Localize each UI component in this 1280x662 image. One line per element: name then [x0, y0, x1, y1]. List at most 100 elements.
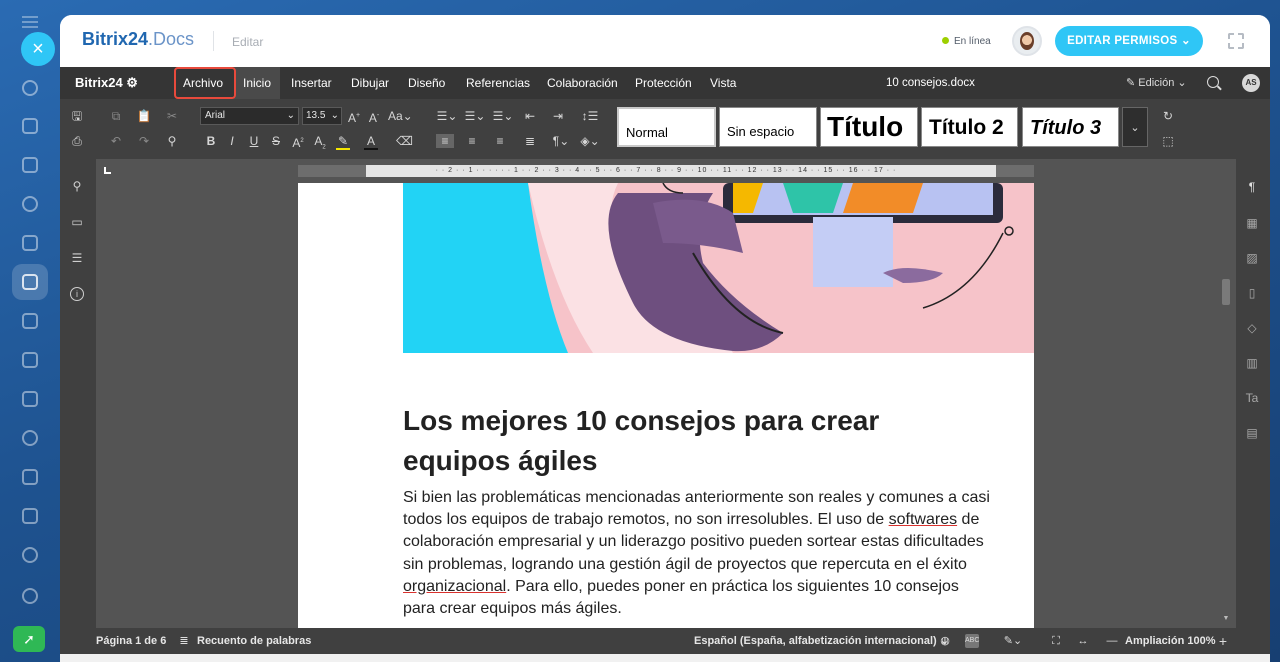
card-icon[interactable] — [22, 352, 38, 368]
font-size-select[interactable]: 13.5 ⌄ — [302, 107, 342, 125]
groups-icon[interactable] — [22, 196, 38, 212]
font-name-select[interactable]: Arial ⌄ — [200, 107, 299, 125]
paragraph-marks-icon[interactable]: ¶⌄ — [550, 134, 572, 148]
style-titulo-3[interactable]: Título 3 — [1022, 107, 1119, 147]
decrease-indent-icon[interactable]: ⇤ — [522, 109, 538, 123]
word-count-icon[interactable]: ≣ — [177, 634, 191, 648]
paragraph-settings-icon[interactable]: ¶ — [1244, 179, 1260, 195]
bold-icon[interactable]: B — [203, 134, 219, 148]
undo-icon[interactable]: ↶ — [108, 134, 124, 148]
search-icon[interactable] — [1207, 76, 1219, 88]
language-select[interactable]: Español (España, alfabetización internac… — [694, 628, 949, 654]
spellcheck-icon[interactable]: ABC — [965, 634, 979, 648]
header-footer-icon[interactable]: ▯ — [1244, 285, 1260, 301]
italic-icon[interactable]: I — [224, 134, 240, 148]
menu-diseno[interactable]: Diseño — [408, 67, 445, 99]
numbered-list-icon[interactable]: ☰⌄ — [464, 109, 486, 123]
clear-format-icon[interactable]: ⌫ — [396, 134, 413, 148]
navigation-icon[interactable]: ☰ — [70, 251, 84, 265]
redo-icon[interactable]: ↷ — [136, 134, 152, 148]
settings-icon[interactable] — [22, 588, 38, 604]
style-normal[interactable]: Normal — [617, 107, 716, 147]
menu-inicio[interactable]: Inicio — [234, 67, 281, 99]
info-icon[interactable]: i — [70, 287, 84, 301]
more-styles-button[interactable]: ⌄ — [1122, 107, 1148, 147]
form-settings-icon[interactable]: ▤ — [1244, 425, 1260, 441]
justify-icon[interactable]: ≣ — [522, 134, 538, 148]
shading-icon[interactable]: ◈⌄ — [578, 134, 602, 148]
mail-icon[interactable] — [22, 391, 38, 407]
superscript-icon[interactable]: A2 — [290, 134, 306, 150]
grow-font-icon[interactable]: A+ — [346, 109, 362, 125]
menu-insertar[interactable]: Insertar — [291, 67, 332, 99]
print-icon[interactable]: ⎙ — [69, 134, 85, 148]
zoom-in-icon[interactable]: + — [1216, 634, 1230, 648]
shape-settings-icon[interactable]: ◇ — [1244, 320, 1260, 336]
user-initials-avatar[interactable]: AS — [1242, 74, 1260, 92]
save-icon[interactable]: 🖫 — [69, 109, 85, 123]
vertical-scrollbar[interactable] — [1220, 159, 1232, 628]
chart-settings-icon[interactable]: ▥ — [1244, 355, 1260, 371]
style-sin-espacio[interactable]: Sin espacio — [719, 107, 817, 147]
globe-icon[interactable]: ◍ — [938, 634, 952, 648]
contacts-icon[interactable] — [22, 430, 38, 446]
fit-page-icon[interactable]: ⛶ — [1049, 634, 1063, 648]
edit-permissions-button[interactable]: EDITAR PERMISOS ⌄ — [1055, 26, 1203, 56]
style-titulo[interactable]: Título — [820, 107, 918, 147]
fit-width-icon[interactable]: ↔ — [1076, 634, 1090, 648]
fullscreen-icon[interactable] — [1228, 33, 1244, 49]
page-counter[interactable]: Página 1 de 6 — [96, 628, 166, 654]
spelling-error[interactable]: softwares — [889, 511, 957, 528]
menu-proteccion[interactable]: Protección — [635, 67, 692, 99]
change-case-icon[interactable]: Aa⌄ — [388, 109, 413, 123]
close-slider-button[interactable]: × — [21, 32, 55, 66]
align-right-icon[interactable]: ≡ — [492, 134, 508, 148]
line-spacing-icon[interactable]: ↕☰ — [578, 109, 602, 123]
search-icon[interactable]: ⚲ — [70, 179, 84, 193]
rocket-icon[interactable]: ➚ — [13, 626, 45, 652]
menu-referencias[interactable]: Referencias — [466, 67, 530, 99]
menu-icon[interactable] — [22, 16, 38, 28]
board-icon[interactable] — [22, 313, 38, 329]
word-count[interactable]: Recuento de palabras — [197, 628, 311, 654]
font-color-icon[interactable]: A — [364, 134, 378, 150]
subscript-icon[interactable]: A2 — [312, 134, 328, 154]
paste-icon[interactable]: 📋 — [136, 109, 152, 123]
calendar-icon[interactable] — [22, 235, 38, 251]
tasks-icon[interactable] — [22, 469, 38, 485]
image-settings-icon[interactable]: ▨ — [1244, 250, 1260, 266]
align-left-icon[interactable]: ≡ — [436, 134, 454, 148]
robot-icon[interactable] — [22, 547, 38, 563]
underline-icon[interactable]: U — [246, 134, 262, 148]
cut-icon[interactable]: ✂ — [164, 109, 180, 123]
style-titulo-2[interactable]: Título 2 — [921, 107, 1018, 147]
align-center-icon[interactable]: ≡ — [464, 134, 480, 148]
scrollbar-thumb[interactable] — [1222, 279, 1230, 305]
shrink-font-icon[interactable]: A- — [366, 109, 382, 125]
track-changes-icon[interactable]: ✎⌄ — [1002, 634, 1024, 648]
format-painter-icon[interactable]: ⚲ — [164, 134, 180, 148]
multilevel-list-icon[interactable]: ☰⌄ — [492, 109, 514, 123]
menu-dibujar[interactable]: Dibujar — [351, 67, 389, 99]
highlight-color-icon[interactable]: ✎ — [336, 134, 350, 150]
tab-stop-icon[interactable] — [104, 167, 111, 174]
user-avatar[interactable] — [1012, 26, 1042, 56]
copy-icon[interactable]: ⧉ — [108, 109, 124, 123]
select-icon[interactable]: ⬚ — [1160, 134, 1176, 148]
menu-colaboracion[interactable]: Colaboración — [547, 67, 618, 99]
document-icon[interactable] — [22, 274, 38, 290]
edit-mode-dropdown[interactable]: ✎ Edición ⌄ — [1126, 67, 1187, 99]
filter-icon[interactable] — [22, 508, 38, 524]
strikethrough-icon[interactable]: S — [268, 134, 284, 148]
spelling-error[interactable]: organizacional — [403, 578, 506, 595]
increase-indent-icon[interactable]: ⇥ — [550, 109, 566, 123]
textart-icon[interactable]: Ta — [1244, 390, 1260, 406]
chat-icon[interactable] — [22, 118, 38, 134]
document-page[interactable]: Los mejores 10 consejos para crear equip… — [298, 183, 1034, 628]
zoom-out-icon[interactable]: — — [1105, 634, 1119, 648]
table-settings-icon[interactable]: ▦ — [1244, 215, 1260, 231]
bullet-list-icon[interactable]: ☰⌄ — [436, 109, 458, 123]
comment-icon[interactable]: ▭ — [70, 215, 84, 229]
feed-icon[interactable] — [22, 80, 38, 96]
scroll-down-icon[interactable]: ▼ — [1222, 615, 1230, 625]
